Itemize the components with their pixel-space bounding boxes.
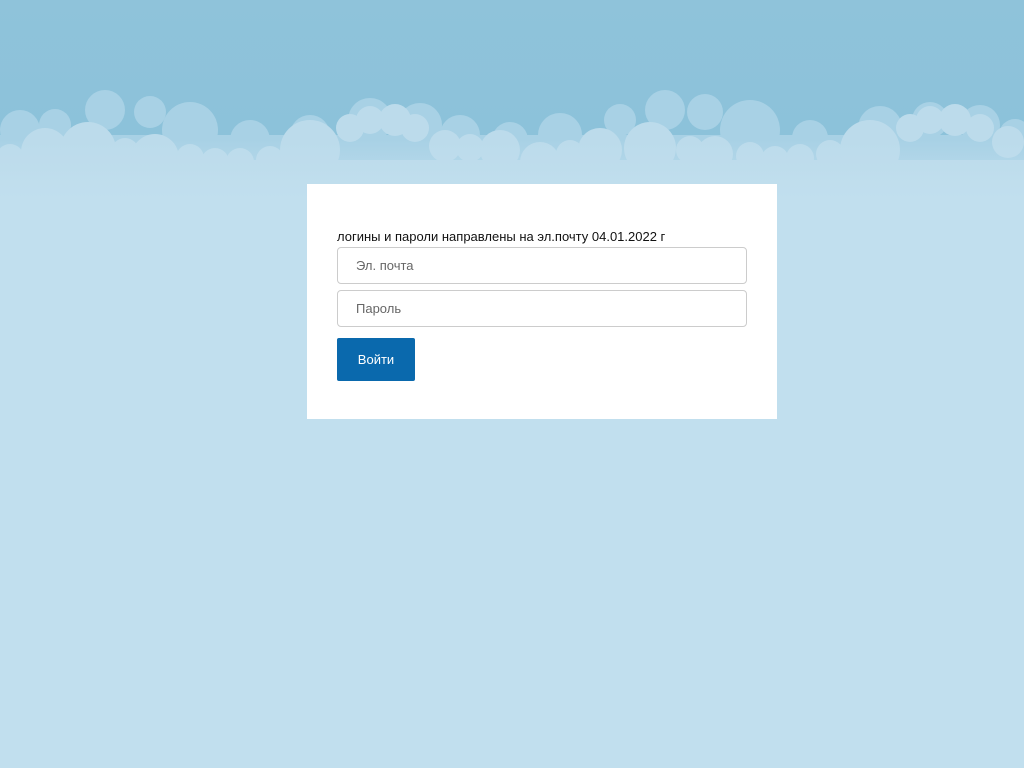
login-button[interactable]: Войти: [337, 338, 415, 381]
login-notice: логины и пароли направлены на эл.почту 0…: [337, 229, 666, 244]
email-field[interactable]: [337, 247, 747, 284]
login-card: логины и пароли направлены на эл.почту 0…: [307, 184, 777, 419]
password-field[interactable]: [337, 290, 747, 327]
clouds-decoration: [0, 90, 1024, 200]
